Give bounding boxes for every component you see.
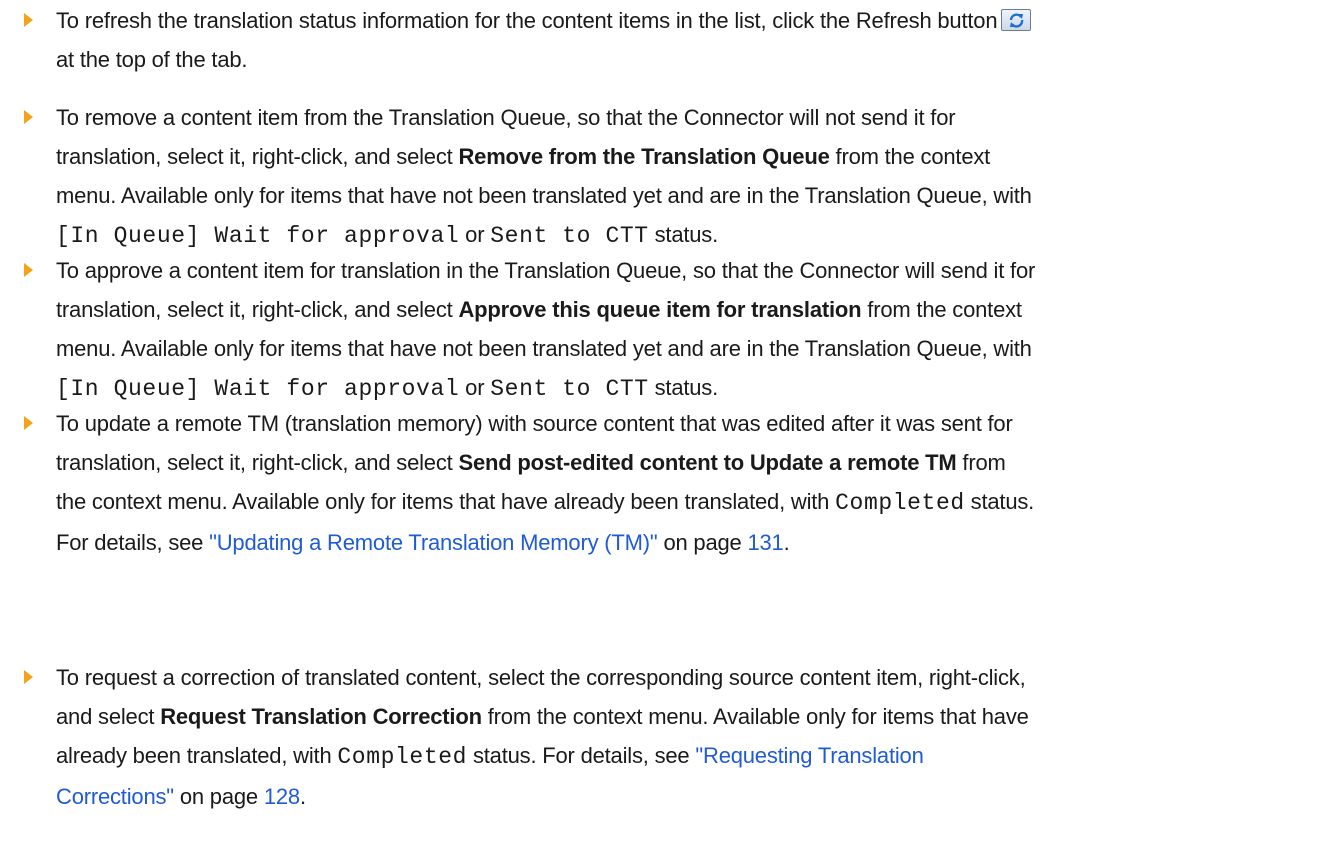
- status-code: Sent to CTT: [490, 223, 649, 249]
- text-line: To request a correction of translated co…: [56, 665, 1026, 690]
- text-line: For details, see "Updating a Remote Tran…: [56, 530, 790, 555]
- bullet-marker-icon: [24, 263, 33, 277]
- text-line: translation, select it, right-click, and…: [56, 144, 991, 169]
- link-requesting-corrections[interactable]: "Requesting Translation: [695, 743, 923, 768]
- status-code: Completed: [835, 490, 965, 516]
- menu-command-approve: Approve this queue item for translation: [458, 297, 862, 322]
- bullet-text: To request a correction of translated co…: [56, 658, 1326, 816]
- bullet-text: To refresh the translation status inform…: [56, 1, 1326, 79]
- bullet-marker-icon: [24, 670, 33, 684]
- text-line: [In Queue] Wait for approval or Sent to …: [56, 222, 719, 249]
- menu-command-request-correction: Request Translation Correction: [160, 704, 482, 729]
- bullet-marker-icon: [24, 13, 33, 27]
- text-line: and select Request Translation Correctio…: [56, 704, 1029, 729]
- text-line: translation, select it, right-click, and…: [56, 450, 1006, 475]
- bullet-marker-icon: [24, 110, 33, 124]
- menu-command-update-tm: Send post-edited content to Update a rem…: [458, 450, 957, 475]
- text-line: already been translated, with Completed …: [56, 743, 924, 770]
- bullet-text: To approve a content item for translatio…: [56, 251, 1326, 409]
- text-line: at the top of the tab.: [56, 47, 248, 72]
- status-code: Sent to CTT: [490, 376, 649, 402]
- text-line: menu. Available only for items that have…: [56, 183, 1032, 208]
- refresh-icon: [1010, 13, 1024, 28]
- text-line: [In Queue] Wait for approval or Sent to …: [56, 375, 719, 402]
- text-line: To approve a content item for translatio…: [56, 258, 1036, 283]
- text-line: Corrections" on page 128.: [56, 784, 306, 809]
- page-link-128[interactable]: 128: [264, 784, 300, 809]
- text-line: To remove a content item from the Transl…: [56, 105, 956, 130]
- text-line: translation, select it, right-click, and…: [56, 297, 1022, 322]
- text-line: menu. Available only for items that have…: [56, 336, 1032, 361]
- status-code: [In Queue] Wait for approval: [56, 376, 460, 402]
- menu-command-remove: Remove from the Translation Queue: [458, 144, 830, 169]
- status-code: [In Queue] Wait for approval: [56, 223, 460, 249]
- link-updating-remote-tm[interactable]: "Updating a Remote Translation Memory (T…: [209, 530, 658, 555]
- status-code: Completed: [337, 744, 468, 770]
- link-requesting-corrections-cont[interactable]: Corrections": [56, 784, 174, 809]
- refresh-button[interactable]: [1001, 9, 1032, 31]
- page-link-131[interactable]: 131: [747, 530, 783, 555]
- text-line: To refresh the translation status inform…: [56, 1, 1326, 40]
- bullet-marker-icon: [24, 416, 33, 430]
- bullet-text: To remove a content item from the Transl…: [56, 98, 1326, 256]
- text-line: To update a remote TM (translation memor…: [56, 411, 1013, 436]
- text-line: the context menu. Available only for ite…: [56, 489, 1035, 516]
- bullet-text: To update a remote TM (translation memor…: [56, 404, 1326, 562]
